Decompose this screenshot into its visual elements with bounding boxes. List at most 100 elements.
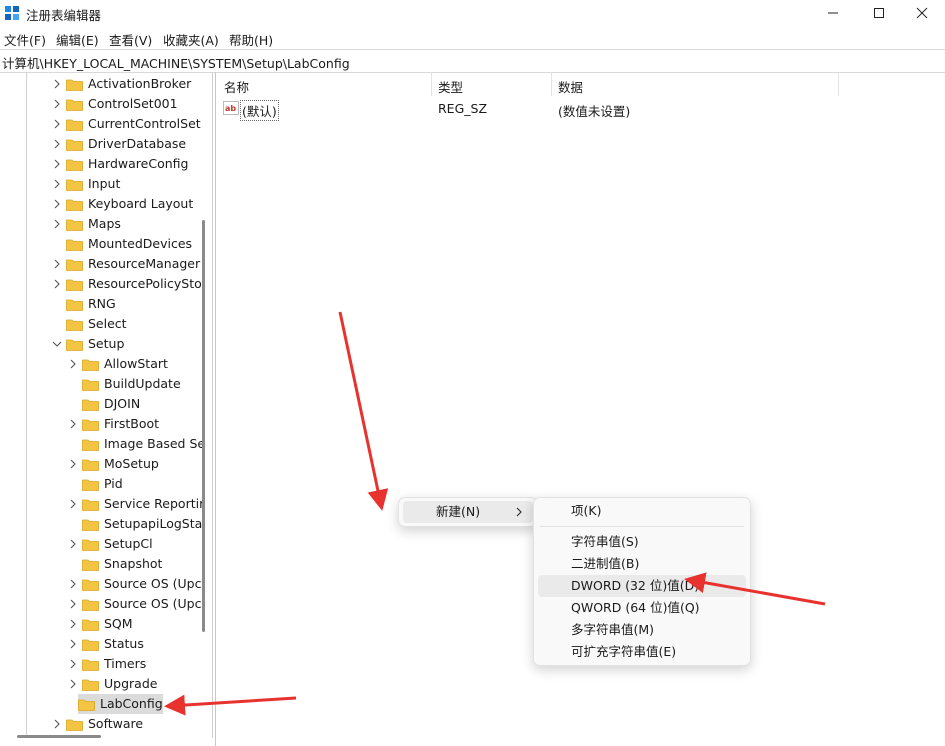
tree-item-label: Service Reportir: [104, 496, 205, 511]
chevron-right-icon[interactable]: [68, 618, 78, 630]
chevron-right-icon: [516, 507, 522, 517]
tree-item[interactable]: HardwareConfig: [52, 154, 188, 174]
tree-item[interactable]: Input: [52, 174, 120, 194]
tree-guide-line: [26, 72, 27, 738]
tree-item[interactable]: SQM: [68, 614, 133, 634]
tree-item[interactable]: Software: [52, 714, 143, 734]
tree-item[interactable]: Snapshot: [68, 554, 162, 574]
tree-item[interactable]: DriverDatabase: [52, 134, 186, 154]
tree-item[interactable]: SetupCl: [68, 534, 153, 554]
menu-edit[interactable]: 编辑(E): [56, 30, 99, 49]
folder-icon: [82, 479, 99, 491]
submenu-dword-value[interactable]: DWORD (32 位)值(D): [571, 575, 699, 597]
tree-item[interactable]: Status: [68, 634, 144, 654]
chevron-right-icon[interactable]: [52, 138, 62, 150]
menu-view[interactable]: 查看(V): [109, 30, 152, 49]
tree-item-label: Maps: [88, 216, 121, 231]
tree-vertical-scrollbar[interactable]: [202, 220, 205, 632]
chevron-right-icon[interactable]: [68, 358, 78, 370]
tree-item[interactable]: Pid: [68, 474, 123, 494]
column-header-name[interactable]: 名称: [224, 77, 249, 96]
submenu-binary-value[interactable]: 二进制值(B): [571, 553, 639, 575]
menu-help[interactable]: 帮助(H): [229, 30, 273, 49]
window-title: 注册表编辑器: [26, 8, 102, 23]
tree-item[interactable]: Source OS (Upc: [68, 574, 202, 594]
tree-item[interactable]: Image Based Se: [68, 434, 205, 454]
value-type: REG_SZ: [438, 101, 488, 116]
folder-icon: [66, 179, 83, 191]
tree-item[interactable]: Timers: [68, 654, 146, 674]
column-divider[interactable]: [838, 72, 839, 96]
tree-item[interactable]: LabConfig: [78, 694, 163, 714]
tree-item[interactable]: Keyboard Layout: [52, 194, 193, 214]
folder-icon: [66, 99, 83, 111]
tree-item[interactable]: RNG: [52, 294, 116, 314]
context-new[interactable]: 新建(N): [436, 501, 480, 523]
chevron-right-icon[interactable]: [52, 198, 62, 210]
chevron-right-icon[interactable]: [52, 118, 62, 130]
chevron-placeholder: [52, 238, 62, 250]
column-header-type[interactable]: 类型: [438, 77, 463, 96]
tree-item-label: Image Based Se: [104, 436, 206, 451]
folder-icon: [66, 259, 83, 271]
tree-item-label: DJOIN: [104, 396, 141, 411]
chevron-placeholder: [52, 298, 62, 310]
submenu-expandable-string-value[interactable]: 可扩充字符串值(E): [571, 641, 676, 663]
tree-item[interactable]: CurrentControlSet: [52, 114, 201, 134]
chevron-right-icon[interactable]: [52, 718, 62, 730]
tree-item[interactable]: ControlSet001: [52, 94, 178, 114]
chevron-right-icon[interactable]: [52, 158, 62, 170]
chevron-right-icon[interactable]: [68, 678, 78, 690]
chevron-right-icon[interactable]: [52, 98, 62, 110]
splitter[interactable]: [215, 72, 216, 746]
column-header-data[interactable]: 数据: [558, 77, 583, 96]
menu-file[interactable]: 文件(F): [4, 30, 46, 49]
tree-item[interactable]: ResourcePolicySto: [52, 274, 202, 294]
tree-item[interactable]: Select: [52, 314, 127, 334]
chevron-right-icon[interactable]: [68, 418, 78, 430]
tree-item[interactable]: Maps: [52, 214, 121, 234]
menu-favorites[interactable]: 收藏夹(A): [163, 30, 219, 49]
chevron-right-icon[interactable]: [52, 178, 62, 190]
chevron-right-icon[interactable]: [68, 658, 78, 670]
tree-horizontal-scrollbar[interactable]: [17, 735, 101, 738]
chevron-right-icon[interactable]: [52, 218, 62, 230]
address-bar[interactable]: 计算机\HKEY_LOCAL_MACHINE\SYSTEM\Setup\LabC…: [0, 49, 945, 73]
maximize-button[interactable]: [856, 0, 902, 26]
tree-item[interactable]: AllowStart: [68, 354, 168, 374]
close-button[interactable]: [899, 0, 945, 26]
tree-item[interactable]: MountedDevices: [52, 234, 192, 254]
tree-item[interactable]: ResourceManager: [52, 254, 200, 274]
title-bar: 注册表编辑器: [0, 0, 945, 26]
chevron-right-icon[interactable]: [52, 78, 62, 90]
tree-item[interactable]: MoSetup: [68, 454, 159, 474]
tree-item[interactable]: Service Reportir: [68, 494, 204, 514]
chevron-right-icon[interactable]: [52, 258, 62, 270]
folder-icon: [66, 319, 83, 331]
column-divider[interactable]: [431, 72, 432, 96]
submenu-qword-value[interactable]: QWORD (64 位)值(Q): [571, 597, 700, 619]
chevron-right-icon[interactable]: [68, 458, 78, 470]
chevron-down-icon[interactable]: [52, 338, 62, 350]
chevron-right-icon[interactable]: [52, 278, 62, 290]
tree-item[interactable]: SetupapiLogSta: [68, 514, 202, 534]
tree-item[interactable]: BuildUpdate: [68, 374, 181, 394]
chevron-right-icon[interactable]: [68, 498, 78, 510]
tree-item[interactable]: Source OS (Upc: [68, 594, 202, 614]
minimize-button[interactable]: [810, 0, 856, 26]
submenu-key[interactable]: 项(K): [571, 500, 601, 522]
submenu-multi-string-value[interactable]: 多字符串值(M): [571, 619, 654, 641]
chevron-right-icon[interactable]: [68, 538, 78, 550]
column-divider[interactable]: [551, 72, 552, 96]
tree-item[interactable]: Setup: [52, 334, 124, 354]
tree-item[interactable]: DJOIN: [68, 394, 140, 414]
chevron-right-icon[interactable]: [68, 578, 78, 590]
chevron-right-icon[interactable]: [68, 598, 78, 610]
submenu-string-value[interactable]: 字符串值(S): [571, 531, 639, 553]
minimize-icon: [828, 12, 838, 14]
registry-app-icon: [5, 6, 19, 20]
tree-item[interactable]: FirstBoot: [68, 414, 159, 434]
tree-item[interactable]: Upgrade: [68, 674, 157, 694]
tree-item[interactable]: ActivationBroker: [52, 74, 191, 94]
chevron-right-icon[interactable]: [68, 638, 78, 650]
